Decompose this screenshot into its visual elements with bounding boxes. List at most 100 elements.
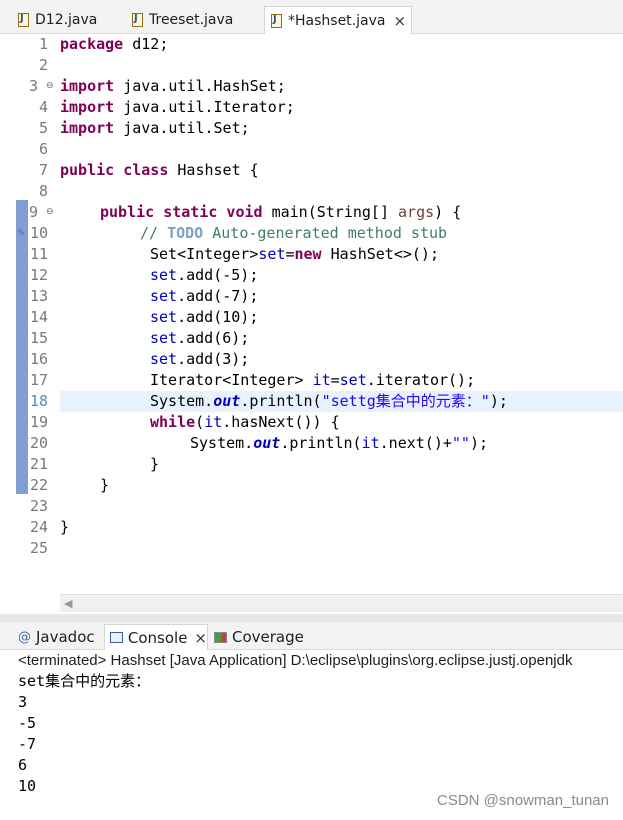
line-number: 3 [28, 77, 38, 95]
code-token: "" [451, 434, 470, 452]
code-token: Auto-generated method stub [203, 224, 448, 242]
code-token: it [361, 434, 380, 452]
code-token: .println( [240, 392, 322, 410]
tab-d12-java[interactable]: D12.java [18, 6, 97, 34]
code-line: } [60, 517, 623, 538]
line-number: 21 [29, 455, 48, 473]
code-token: set [150, 350, 178, 368]
line-number: 10 [29, 224, 48, 242]
code-token: Iterator<Integer> [150, 371, 313, 389]
line-number: 4 [38, 98, 48, 116]
watermark: CSDN @snowman_tunan [437, 792, 609, 809]
code-token: .add(3); [177, 350, 250, 368]
code-token: set [150, 266, 178, 284]
code-line: public static void main(String[] args) { [60, 202, 623, 223]
code-token: import [60, 119, 115, 137]
code-token: set [150, 287, 178, 305]
code-token: args [398, 203, 435, 221]
horizontal-scrollbar[interactable]: ◀ [60, 594, 623, 612]
line-number: 23 [29, 497, 48, 515]
code-token: package [60, 35, 124, 53]
panel-splitter[interactable] [0, 614, 623, 622]
line-number: 19 [29, 413, 48, 431]
code-token: set [258, 245, 286, 263]
code-token: .println( [280, 434, 362, 452]
console-line: 6 [18, 756, 28, 774]
code-token: } [150, 455, 160, 473]
line-number: 9 [28, 203, 38, 221]
line-number: 15 [29, 329, 48, 347]
code-token: import [60, 98, 115, 116]
code-line: public class Hashset { [60, 160, 623, 181]
close-icon[interactable]: × [393, 12, 406, 30]
code-token: public static void [100, 203, 263, 221]
console-icon [110, 632, 123, 643]
close-icon[interactable]: × [194, 629, 207, 647]
line-number: 22 [29, 476, 48, 494]
code-token: .hasNext()) { [222, 413, 340, 431]
code-token: } [60, 518, 70, 536]
console-line: 3 [18, 693, 28, 711]
code-token: ); [489, 392, 508, 410]
tab-treeset-java[interactable]: Treeset.java [132, 6, 233, 34]
java-file-icon [271, 13, 282, 28]
code-token: java.util.HashSet; [114, 77, 286, 95]
code-token: .add(6); [177, 329, 250, 347]
line-number: 8 [38, 182, 48, 200]
code-line: // TODO Auto-generated method stub [60, 223, 623, 244]
line-number: 11 [29, 245, 48, 263]
code-line: } [60, 454, 623, 475]
code-token: out [253, 434, 281, 452]
line-number: 6 [38, 140, 48, 158]
code-token: .next()+ [379, 434, 452, 452]
tab-hashset-java[interactable]: *Hashset.java × [264, 6, 412, 34]
fold-icon[interactable]: ⊖ [46, 81, 54, 91]
line-number: 17 [29, 371, 48, 389]
code-token: Hashset { [168, 161, 259, 179]
code-line: import java.util.HashSet; [60, 76, 623, 97]
tab-javadoc[interactable]: @ Javadoc [18, 624, 95, 650]
java-file-icon [18, 13, 29, 27]
code-token: it [204, 413, 223, 431]
code-line: } [60, 475, 623, 496]
code-token: "settg集合中的元素：" [321, 392, 490, 410]
code-token: Set<Integer> [150, 245, 259, 263]
fold-icon[interactable]: ⊖ [46, 207, 54, 217]
code-token: .add(10); [177, 308, 259, 326]
console-line: set集合中的元素： [18, 672, 151, 690]
code-token: .add(-5); [177, 266, 259, 284]
code-line: set.add(-5); [60, 265, 623, 286]
tab-label: Treeset.java [149, 12, 234, 28]
code-token: new [294, 245, 322, 263]
code-token: it [312, 371, 331, 389]
code-token: set [150, 308, 178, 326]
line-number: 20 [29, 434, 48, 452]
code-token: HashSet<>(); [321, 245, 439, 263]
scroll-left-icon[interactable]: ◀ [64, 597, 72, 610]
code-line: import java.util.Set; [60, 118, 623, 139]
tab-coverage[interactable]: Coverage [214, 624, 304, 650]
code-line-current: System.out.println("settg集合中的元素："); [60, 391, 623, 412]
code-token: = [285, 245, 295, 263]
code-token: ( [195, 413, 205, 431]
line-number: 16 [29, 350, 48, 368]
code-token: System. [190, 434, 254, 452]
code-token: System. [150, 392, 214, 410]
code-line: import java.util.Iterator; [60, 97, 623, 118]
tab-label: Coverage [232, 628, 304, 646]
console-line: 10 [18, 777, 37, 795]
code-editor[interactable]: 1 2 3 4 5 6 7 8 9 10 11 12 13 14 15 16 1… [0, 34, 623, 614]
tab-label: *Hashset.java [288, 12, 386, 29]
line-number: 1 [38, 35, 48, 53]
line-number: 12 [29, 266, 48, 284]
code-line: set.add(6); [60, 328, 623, 349]
code-token: public class [60, 161, 169, 179]
tab-label: Console [127, 628, 188, 647]
line-number: 5 [38, 119, 48, 137]
code-line: set.add(3); [60, 349, 623, 370]
code-token: TODO [167, 224, 204, 242]
line-number: 13 [29, 287, 48, 305]
tab-console[interactable]: Console × [104, 624, 208, 650]
code-token: } [100, 476, 110, 494]
code-token: d12; [123, 35, 169, 53]
